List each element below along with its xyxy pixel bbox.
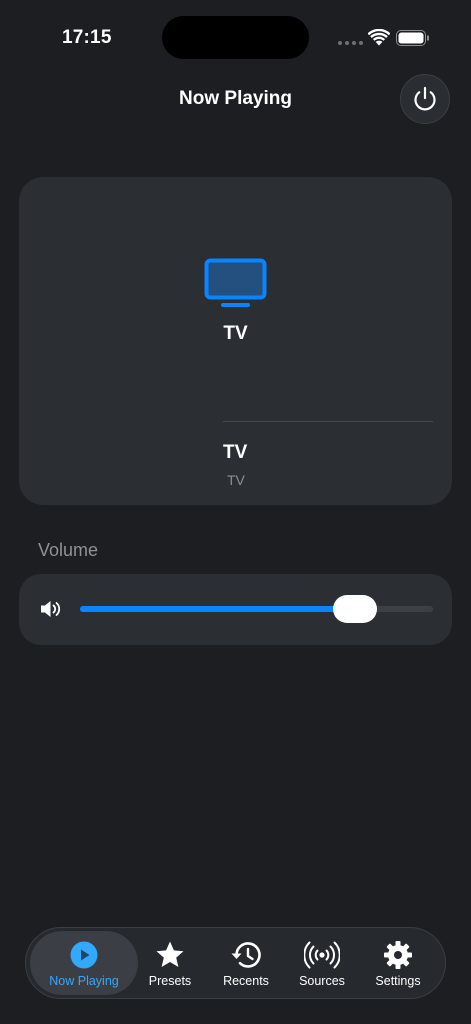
tv-icon [204,258,267,307]
now-playing-card[interactable]: TV TV TV [19,177,452,505]
tab-recents[interactable]: Recents [212,931,280,995]
history-icon [231,942,261,968]
volume-slider[interactable] [80,595,433,623]
track-title: TV [223,442,248,463]
volume-slider-fill [80,606,356,612]
source-name: TV [223,323,248,344]
tab-label: Presets [148,974,192,988]
power-icon [414,86,436,111]
tab-label: Sources [299,974,345,988]
tab-bar: Now Playing Presets Recents Sources Sett… [25,927,446,999]
volume-slider-thumb[interactable] [333,595,378,623]
track-subtitle: TV [227,472,245,488]
volume-label: Volume [38,540,99,560]
tab-label: Now Playing [49,974,119,988]
tab-sources[interactable]: Sources [288,931,356,995]
star-icon [156,941,184,967]
dynamic-island [162,16,309,59]
screen: 17:15 Now Playing TV TV TV Volume Now Pl… [0,0,471,1024]
cellular-signal-icon [338,41,363,45]
battery-icon [396,30,429,46]
speaker-icon[interactable] [39,599,65,619]
broadcast-icon [304,941,340,969]
play-circle-icon [70,941,98,969]
status-time: 17:15 [62,27,112,48]
tab-presets[interactable]: Presets [138,931,202,995]
gear-icon [384,941,412,969]
tab-now-playing[interactable]: Now Playing [30,931,138,995]
wifi-icon [368,29,390,46]
tab-settings[interactable]: Settings [364,931,432,995]
tab-label: Recents [223,974,269,988]
power-button[interactable] [400,74,450,124]
volume-card [19,574,452,645]
card-divider [223,421,433,422]
tab-label: Settings [375,974,421,988]
